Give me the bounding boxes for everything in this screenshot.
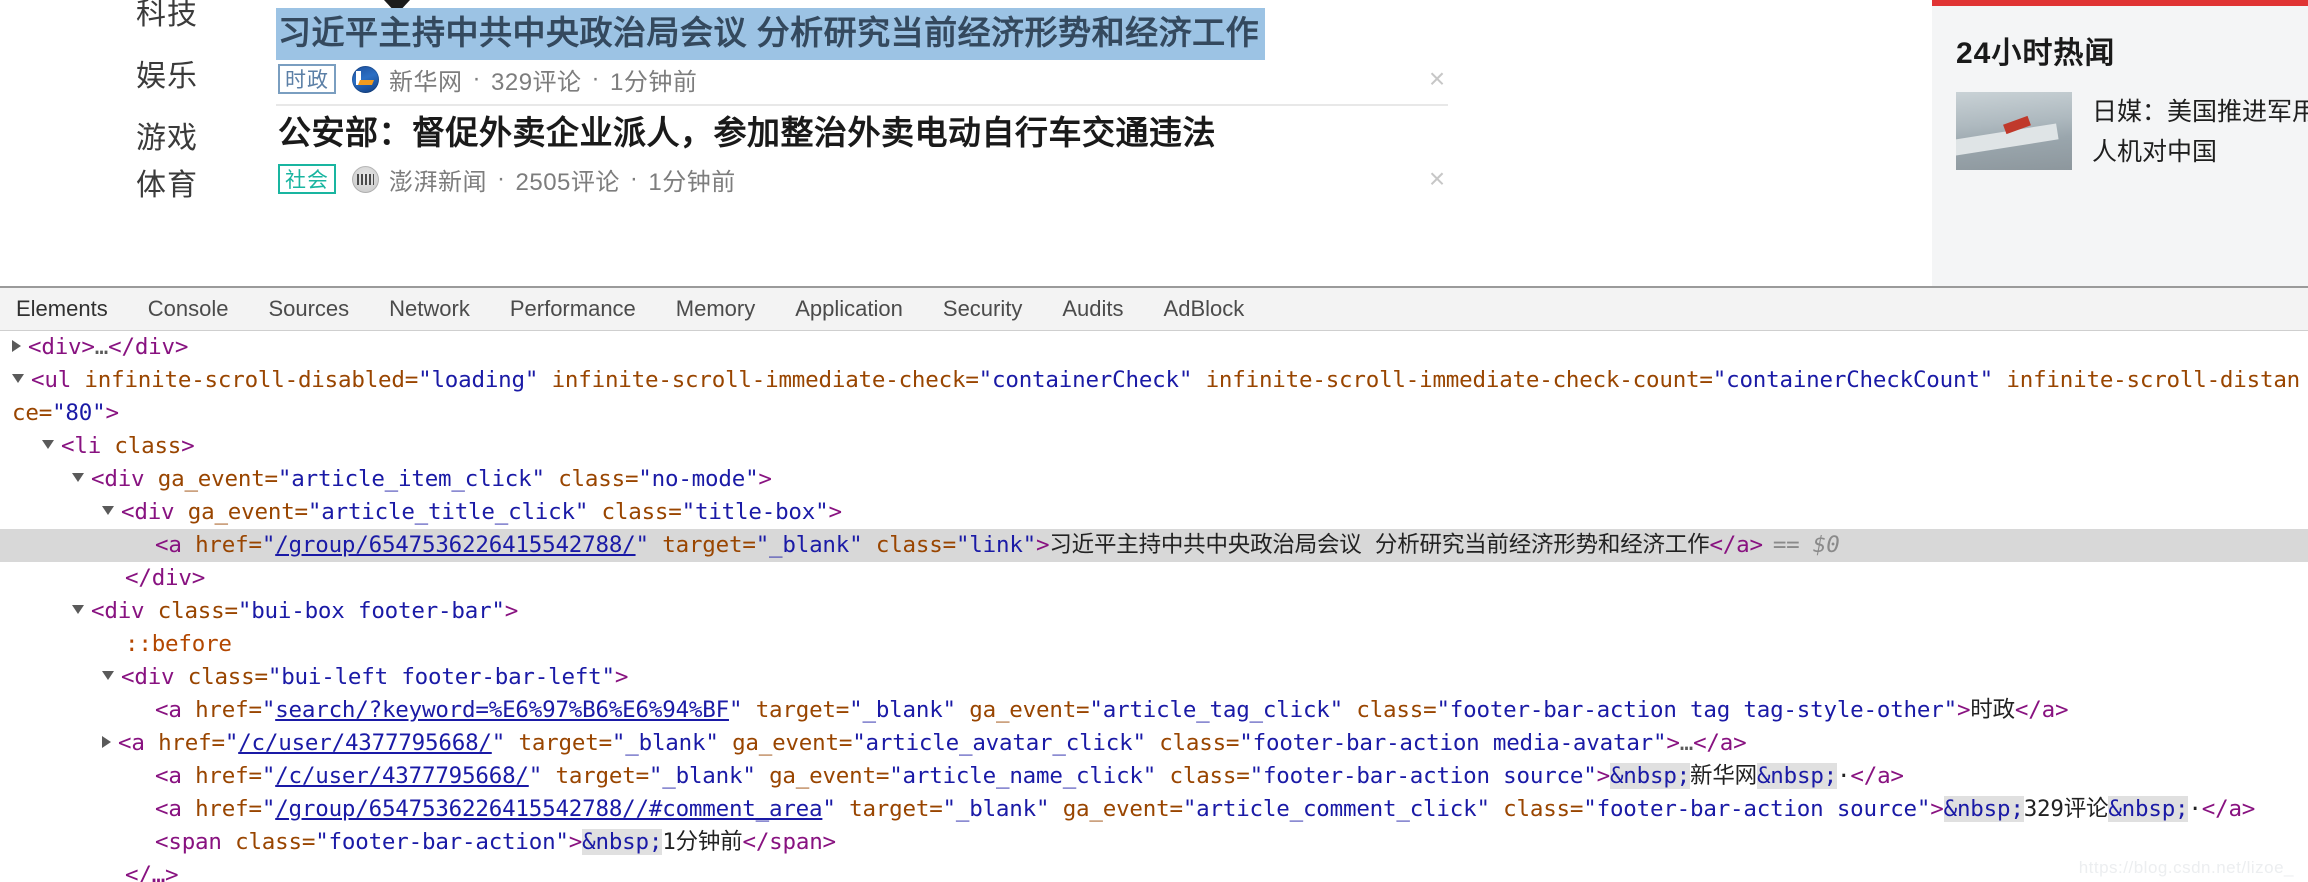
article-tag[interactable]: 时政 [278, 64, 336, 94]
article-title[interactable]: 习近平主持中共中央政治局会议 分析研究当前经济形势和经济工作 [276, 8, 1266, 60]
tab-application[interactable]: Application [775, 288, 923, 330]
dom-node-row[interactable]: <a href="/c/user/4377795668/" target="_b… [0, 727, 2308, 760]
dom-node-row[interactable]: <a href="search/?keyword=%E6%97%B6%E6%94… [0, 694, 2308, 727]
dom-node-row[interactable]: <div ga_event="article_title_click" clas… [0, 496, 2308, 529]
article-meta: 时政 新华网 · 329评论 · 1分钟前 [278, 62, 698, 97]
rail-thumbnail-image [1956, 92, 2072, 170]
dom-node-row[interactable]: <ul infinite-scroll-disabled="loading" i… [0, 364, 2308, 430]
tab-elements[interactable]: Elements [0, 288, 128, 330]
attribute-link[interactable]: /c/user/4377795668/ [238, 730, 492, 756]
collapse-triangle-icon[interactable] [42, 440, 54, 449]
node-text-content: 习近平主持中共中央政治局会议 分析研究当前经济形势和经济工作 [1049, 532, 1710, 558]
watermark-text: https://blog.csdn.net/lizoe_ [2078, 858, 2294, 877]
entity-nbsp: &nbsp; [582, 829, 663, 855]
node-text-content: 时政 [1970, 697, 2015, 723]
article-comment-count[interactable]: 2505评论 [516, 162, 620, 197]
entity-nbsp: &nbsp; [1943, 796, 2024, 822]
dom-node-row-selected[interactable]: <a href="/group/6547536226415542788/" ta… [0, 529, 2308, 562]
expand-triangle-icon[interactable] [102, 735, 111, 748]
entity-nbsp: &nbsp; [2108, 796, 2189, 822]
meta-separator: · [629, 165, 639, 192]
entity-nbsp: &nbsp; [1609, 763, 1691, 789]
collapse-triangle-icon[interactable] [72, 605, 84, 614]
rail-headline[interactable]: 日媒：美国推进军用无人机对中国 [2092, 92, 2308, 172]
attribute-link[interactable]: /group/6547536226415542788/ [275, 532, 636, 558]
dom-node-row[interactable]: <div ga_event="article_item_click" class… [0, 463, 2308, 496]
article-comment-count[interactable]: 329评论 [491, 62, 582, 97]
meta-separator: · [591, 65, 601, 92]
article-tag[interactable]: 社会 [278, 164, 336, 194]
dismiss-article-button[interactable]: × [1422, 164, 1452, 194]
rail-list-item[interactable]: 日媒：美国推进军用无人机对中国 [1956, 92, 2308, 172]
article-divider [276, 104, 1448, 106]
dom-tree[interactable]: <div>…</div> <ul infinite-scroll-disable… [0, 331, 2308, 882]
dismiss-article-button[interactable]: × [1422, 64, 1452, 94]
expand-triangle-icon[interactable] [12, 339, 21, 352]
tab-performance[interactable]: Performance [490, 288, 656, 330]
tab-memory[interactable]: Memory [656, 288, 775, 330]
rail-title: 24小时热闻 [1956, 37, 2116, 70]
sidebar-item-label: 游戏 [136, 122, 198, 155]
attribute-link[interactable]: /c/user/4377795668/ [275, 763, 529, 789]
article-source[interactable]: 新华网 [389, 62, 463, 97]
source-avatar-icon[interactable] [352, 65, 379, 93]
sidebar-item-label: 科技 [136, 0, 198, 31]
devtools-panel: Elements Console Sources Network Perform… [0, 286, 2308, 882]
tab-security[interactable]: Security [923, 288, 1042, 330]
collapse-triangle-icon[interactable] [12, 374, 24, 383]
node-text-content: … [1679, 730, 1694, 756]
sidebar-item-label: 娱乐 [136, 60, 198, 93]
dom-node-row-partial[interactable]: </…> [0, 859, 2308, 882]
dom-node-row[interactable]: <span class="footer-bar-action">&nbsp;1分… [0, 826, 2308, 859]
sidebar-item-tiyu[interactable]: 体育 [0, 155, 276, 209]
attribute-link[interactable]: search/?keyword=%E6%97%B6%E6%94%BF [275, 697, 729, 723]
dom-node-row[interactable]: <div class="bui-box footer-bar"> [0, 595, 2308, 628]
node-text-content: 新华网 [1690, 763, 1757, 789]
dom-node-row[interactable]: <a href="/group/6547536226415542788//#co… [0, 793, 2308, 826]
tab-network[interactable]: Network [369, 288, 490, 330]
category-nav: 科技 娱乐 游戏 体育 [0, 0, 276, 286]
tab-audits[interactable]: Audits [1042, 288, 1143, 330]
article-time: 1分钟前 [648, 168, 736, 196]
dom-node-row[interactable]: </div> [0, 562, 2308, 595]
article-meta: 社会 澎湃新闻 · 2505评论 · 1分钟前 [278, 162, 736, 197]
dom-node-row[interactable]: <li class> [0, 430, 2308, 463]
tab-sources[interactable]: Sources [248, 288, 369, 330]
sidebar-item-label: 体育 [136, 169, 198, 202]
selected-node-ref: == $0 [1772, 532, 1840, 558]
source-avatar-icon[interactable] [352, 165, 379, 193]
sidebar-item-youxi[interactable]: 游戏 [0, 108, 276, 162]
dom-node-row[interactable]: <a href="/c/user/4377795668/" target="_b… [0, 760, 2308, 793]
meta-separator: · [472, 65, 481, 92]
sidebar-item-keji[interactable]: 科技 [0, 0, 276, 38]
collapse-triangle-icon[interactable] [72, 473, 84, 482]
article-source[interactable]: 澎湃新闻 [389, 162, 487, 197]
meta-separator: · [497, 165, 506, 192]
dom-node-row[interactable]: <div class="bui-left footer-bar-left"> [0, 661, 2308, 694]
entity-nbsp: &nbsp; [1756, 763, 1838, 789]
attribute-link[interactable]: /group/6547536226415542788//#comment_are… [275, 796, 822, 822]
collapse-triangle-icon[interactable] [102, 506, 114, 515]
tab-console[interactable]: Console [128, 288, 249, 330]
dom-pseudo-row[interactable]: ::before [0, 628, 2308, 661]
collapse-triangle-icon[interactable] [102, 671, 114, 680]
web-page-content: 科技 娱乐 游戏 体育 习近平主持中共中央政治局会议 分析研究当前经济形势和经济… [0, 0, 2308, 286]
tab-adblock[interactable]: AdBlock [1144, 288, 1265, 330]
dom-node-row[interactable]: <div>…</div> [0, 331, 2308, 364]
node-text-content: 1分钟前 [662, 829, 743, 855]
sidebar-item-yule[interactable]: 娱乐 [0, 46, 276, 100]
article-time: 1分钟前 [610, 68, 698, 96]
article-feed: 习近平主持中共中央政治局会议 分析研究当前经济形势和经济工作 时政 新华网 · … [276, 0, 1776, 286]
hot-news-rail: 24小时热闻 日媒：美国推进军用无人机对中国 [1932, 0, 2308, 286]
rail-accent-bar [1932, 0, 2308, 6]
article-title[interactable]: 公安部：督促外卖企业派人，参加整治外卖电动自行车交通违法 [276, 108, 1222, 160]
node-text-content: 329评论 [2023, 796, 2109, 822]
devtools-tabbar: Elements Console Sources Network Perform… [0, 288, 2308, 331]
